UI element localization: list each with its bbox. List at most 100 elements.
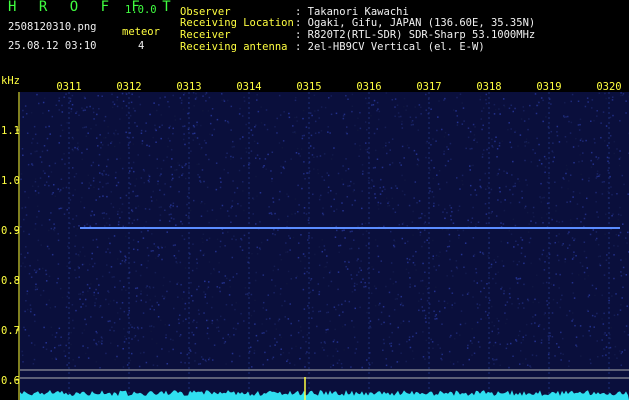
noise-dot — [488, 274, 490, 277]
noise-dot — [99, 134, 101, 136]
noise-dot — [158, 104, 160, 106]
noise-dot — [455, 332, 458, 334]
noise-dot — [486, 185, 489, 188]
noise-dot — [525, 323, 528, 326]
noise-dot — [159, 97, 161, 99]
noise-dot — [356, 341, 359, 343]
noise-dot — [611, 193, 613, 196]
noise-dot — [406, 224, 409, 227]
noise-dot — [125, 338, 128, 340]
noise-dot — [60, 124, 63, 127]
noise-dot — [299, 155, 302, 157]
noise-dot — [146, 285, 148, 287]
noise-dot — [560, 352, 562, 355]
noise-dot — [33, 358, 36, 361]
noise-dot — [25, 214, 28, 216]
noise-dot — [300, 234, 302, 236]
noise-dot — [611, 214, 613, 217]
noise-dot — [377, 318, 380, 321]
noise-dot — [211, 134, 214, 136]
noise-dot — [25, 299, 27, 302]
noise-dot — [362, 170, 364, 173]
noise-dot — [219, 245, 221, 248]
noise-dot — [23, 326, 25, 329]
noise-dot — [522, 106, 525, 108]
noise-dot — [260, 122, 263, 124]
noise-dot — [400, 115, 402, 118]
noise-dot — [278, 198, 281, 201]
noise-dot — [182, 125, 184, 128]
noise-dot — [280, 348, 283, 350]
noise-dot — [591, 284, 594, 287]
noise-dot — [473, 280, 475, 282]
noise-dot — [200, 202, 202, 204]
freq-tick-label: 0.6 — [1, 375, 20, 387]
noise-dot — [545, 158, 547, 160]
noise-dot — [31, 185, 34, 187]
noise-dot — [371, 266, 373, 268]
noise-dot — [481, 110, 483, 112]
noise-dot — [208, 96, 211, 99]
noise-dot — [289, 362, 291, 365]
noise-dot — [33, 314, 36, 316]
noise-dot — [99, 172, 101, 174]
noise-dot — [380, 323, 383, 325]
noise-dot — [165, 336, 167, 339]
noise-dot — [517, 307, 519, 309]
noise-dot — [286, 360, 288, 363]
noise-dot — [75, 172, 78, 175]
noise-dot — [268, 212, 271, 215]
y-unit-label: kHz — [1, 75, 20, 87]
noise-dot — [44, 97, 46, 100]
noise-dot — [173, 218, 175, 220]
noise-dot — [335, 112, 338, 115]
noise-dot — [388, 204, 391, 207]
noise-dot — [181, 235, 184, 237]
noise-dot — [202, 95, 204, 97]
noise-dot — [152, 249, 154, 252]
noise-dot — [71, 303, 74, 306]
noise-dot — [424, 358, 426, 360]
noise-dot — [185, 318, 187, 321]
noise-dot — [523, 120, 526, 122]
noise-dot — [170, 204, 172, 206]
noise-dot — [442, 211, 444, 213]
noise-dot — [311, 237, 313, 239]
noise-dot — [327, 285, 330, 287]
noise-dot — [206, 186, 209, 189]
noise-dot — [361, 190, 363, 192]
noise-dot — [473, 139, 475, 141]
noise-dot — [272, 356, 275, 359]
noise-dot — [208, 237, 211, 240]
noise-dot — [182, 173, 184, 175]
noise-dot — [58, 327, 61, 330]
noise-dot — [522, 339, 524, 341]
noise-dot — [321, 239, 324, 241]
noise-dot — [113, 276, 115, 278]
noise-dot — [232, 140, 234, 143]
noise-dot — [509, 296, 511, 299]
noise-dot — [507, 128, 509, 131]
noise-dot — [82, 294, 84, 296]
noise-dot — [93, 186, 95, 189]
noise-dot — [266, 359, 269, 361]
noise-dot — [70, 331, 72, 334]
noise-dot — [296, 120, 298, 122]
noise-dot — [357, 117, 359, 120]
noise-dot — [560, 298, 562, 301]
noise-dot — [45, 348, 48, 351]
noise-dot — [280, 258, 283, 261]
noise-dot — [498, 108, 500, 110]
noise-dot — [182, 320, 185, 322]
noise-dot — [45, 269, 47, 272]
noise-dot — [263, 332, 265, 334]
noise-dot — [459, 334, 461, 336]
noise-dot — [620, 94, 622, 97]
noise-dot — [238, 169, 241, 172]
noise-dot — [573, 251, 575, 253]
noise-dot — [222, 337, 224, 340]
noise-dot — [302, 109, 305, 112]
noise-dot — [53, 183, 55, 186]
noise-dot — [456, 124, 459, 126]
noise-dot — [79, 293, 82, 295]
